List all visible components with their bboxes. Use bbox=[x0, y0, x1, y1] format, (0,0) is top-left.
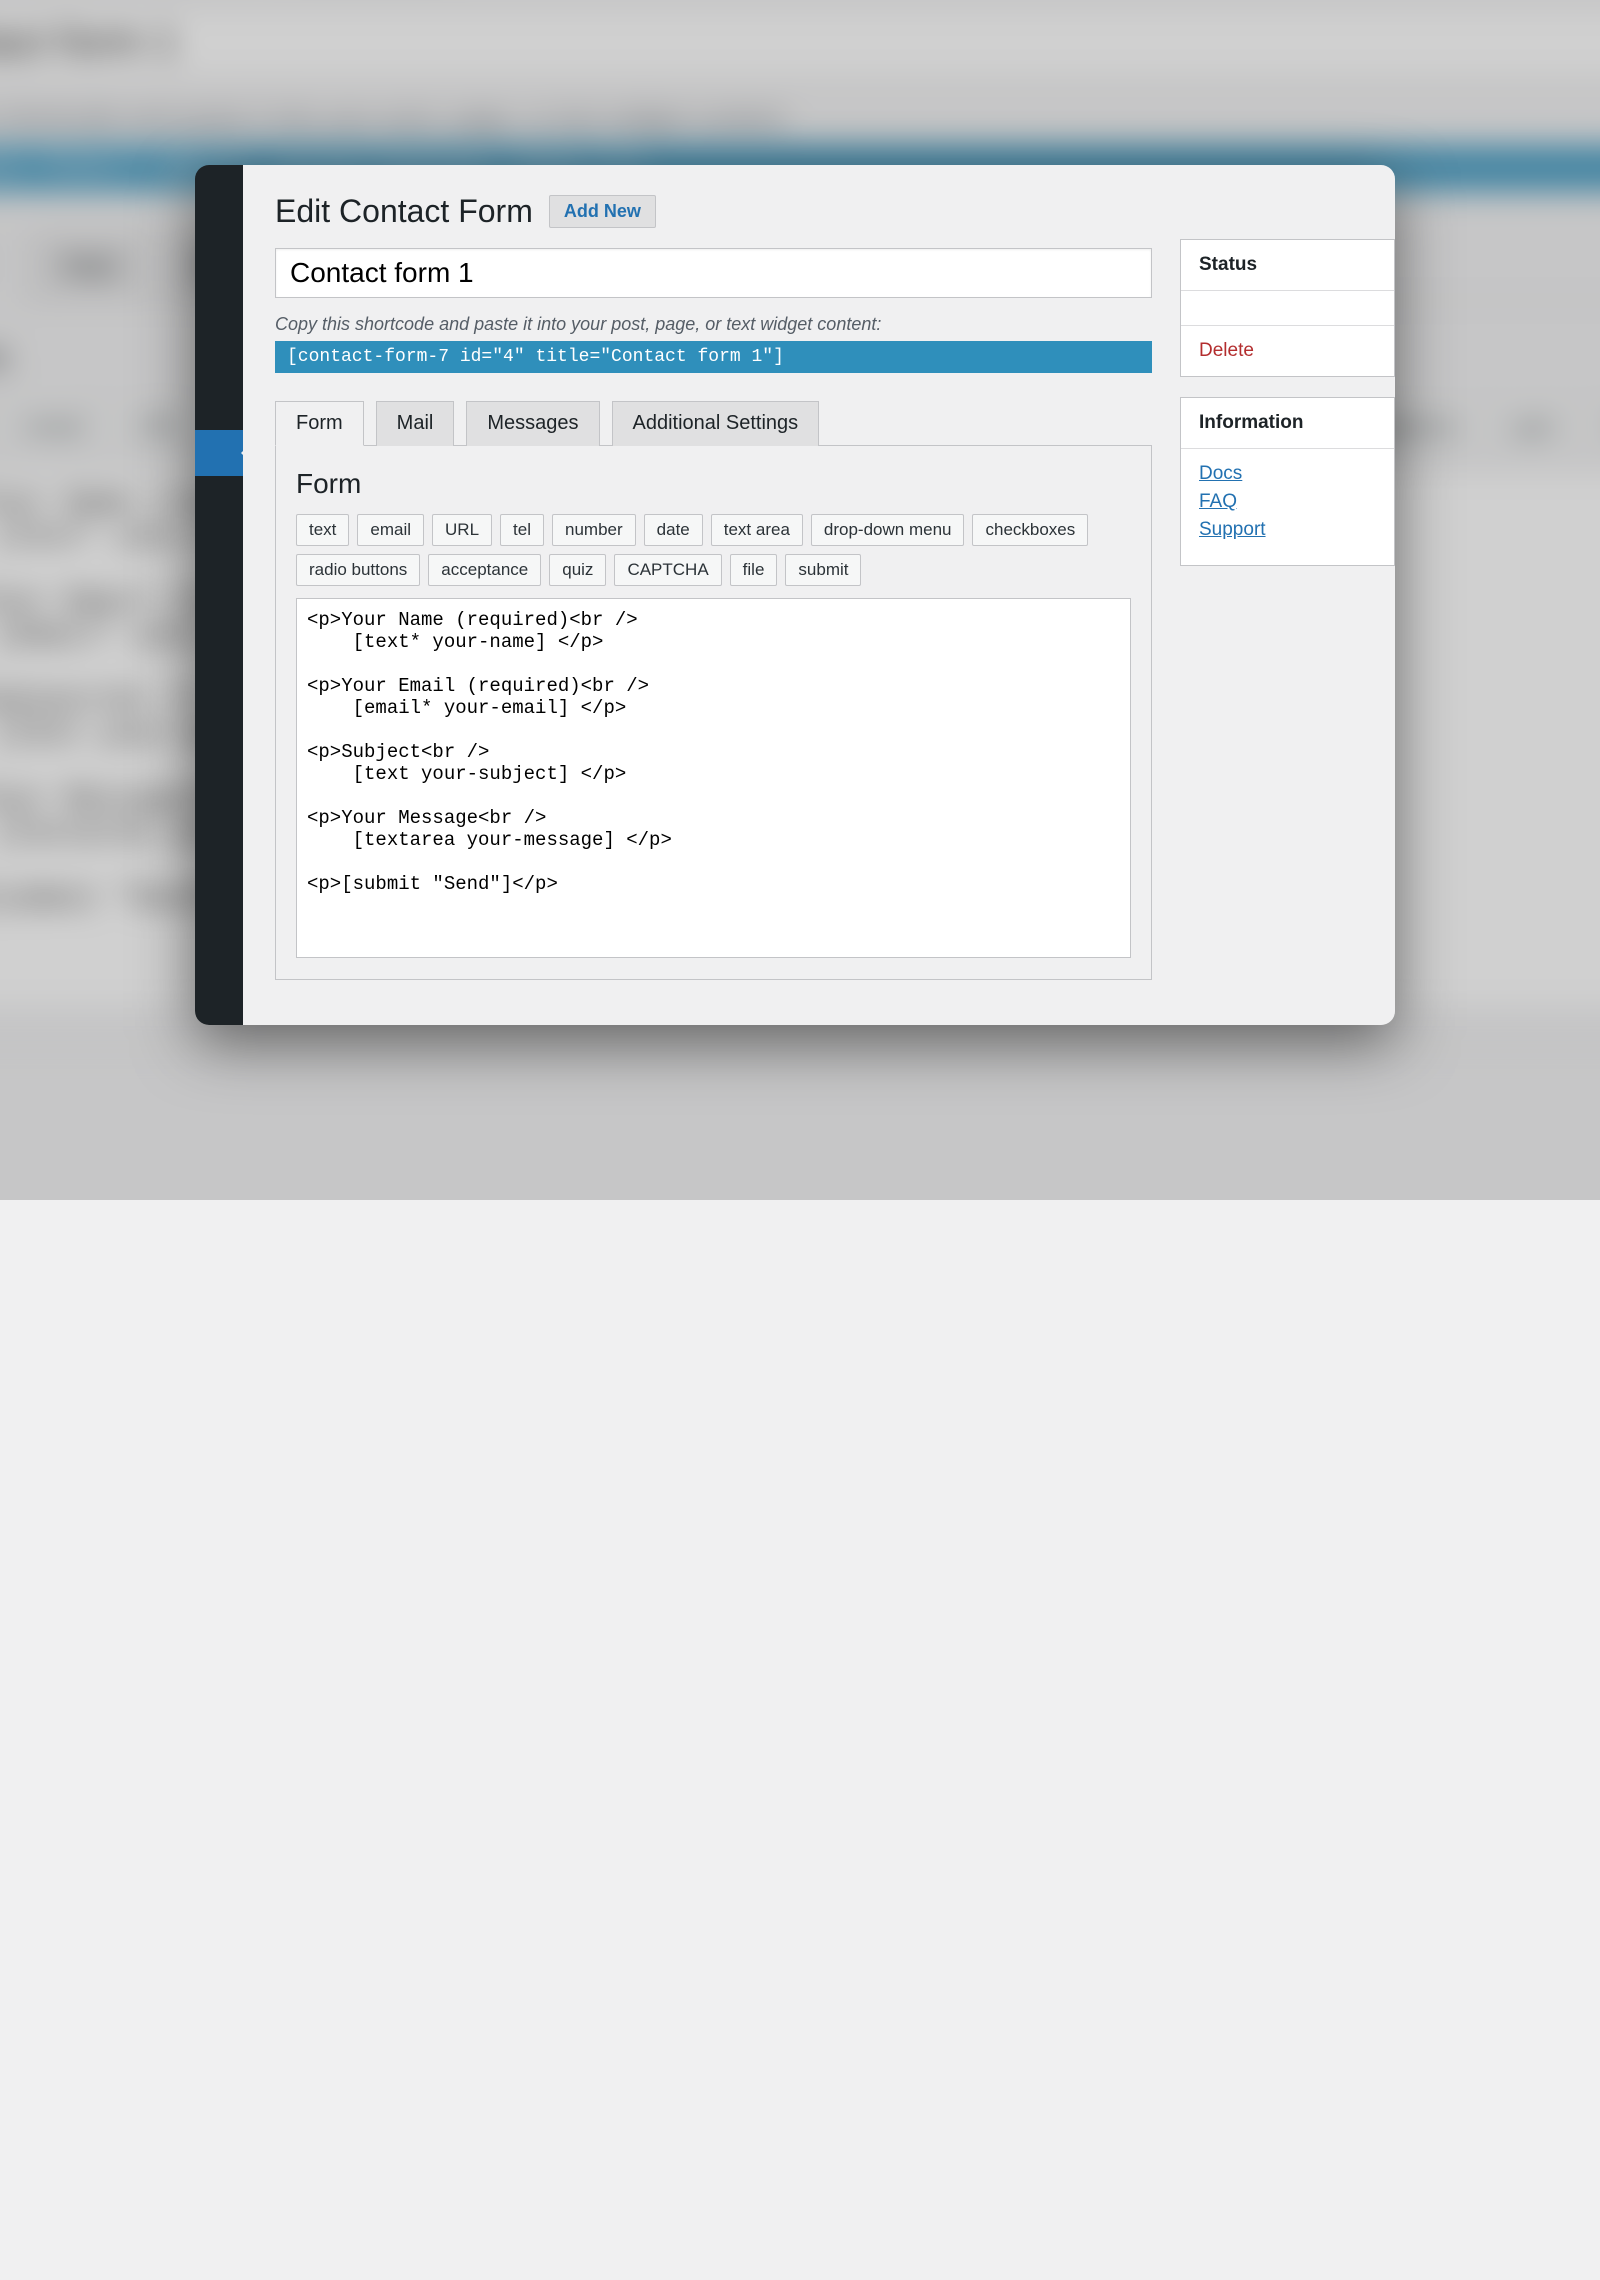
delete-link[interactable]: Delete bbox=[1181, 325, 1394, 376]
tab-form[interactable]: Form bbox=[275, 401, 364, 446]
tab-mail[interactable]: Mail bbox=[376, 401, 455, 446]
tag-button-quiz[interactable]: quiz bbox=[1492, 404, 1578, 452]
tag-button-radio-buttons[interactable]: radio buttons bbox=[296, 554, 420, 586]
tag-button-CAPTCHA[interactable]: CAPTCHA bbox=[1590, 404, 1600, 452]
page-title-text: Edit Contact Form bbox=[275, 193, 533, 230]
tab-messages[interactable]: Messages bbox=[466, 401, 599, 446]
status-body bbox=[1181, 291, 1394, 325]
information-heading: Information bbox=[1181, 398, 1394, 449]
tag-button-date[interactable]: date bbox=[644, 514, 703, 546]
tag-button-tel[interactable]: tel bbox=[500, 514, 544, 546]
tag-button-submit[interactable]: submit bbox=[785, 554, 861, 586]
tag-button-file[interactable]: file bbox=[730, 554, 778, 586]
docs-link[interactable]: Docs bbox=[1199, 463, 1376, 485]
wp-admin-sidebar-sliver bbox=[195, 165, 243, 1025]
add-new-button[interactable]: Add New bbox=[549, 195, 656, 228]
form-title-input[interactable] bbox=[275, 248, 1152, 298]
tag-button-email[interactable]: email bbox=[357, 514, 424, 546]
tag-generator-buttons: textemailURLtelnumberdatetext areadrop-d… bbox=[296, 514, 1131, 586]
form-template-textarea[interactable] bbox=[296, 598, 1131, 958]
tag-button-checkboxes[interactable]: checkboxes bbox=[972, 514, 1088, 546]
faq-link[interactable]: FAQ bbox=[1199, 491, 1376, 513]
panel-heading: Form bbox=[296, 468, 1131, 500]
status-box: Status Delete bbox=[1180, 239, 1395, 377]
support-link[interactable]: Support bbox=[1199, 519, 1376, 541]
tag-button-acceptance[interactable]: acceptance bbox=[428, 554, 541, 586]
tag-button-email[interactable]: email bbox=[4, 404, 104, 452]
page-title: Edit Contact Form Add New bbox=[275, 193, 1152, 230]
tag-button-CAPTCHA[interactable]: CAPTCHA bbox=[614, 554, 721, 586]
tabs: Form Mail Messages Additional Settings bbox=[275, 401, 1152, 445]
information-links: Docs FAQ Support bbox=[1181, 449, 1394, 565]
tag-button-text-area[interactable]: text area bbox=[711, 514, 803, 546]
tag-button-quiz[interactable]: quiz bbox=[549, 554, 606, 586]
tab-additional-settings[interactable]: Additional Settings bbox=[612, 401, 820, 446]
sidebar-active-indicator bbox=[195, 430, 243, 476]
tab-panel-form: Form textemailURLtelnumberdatetext aread… bbox=[275, 445, 1152, 980]
tag-button-drop-down-menu[interactable]: drop-down menu bbox=[811, 514, 965, 546]
tag-button-number[interactable]: number bbox=[552, 514, 636, 546]
status-heading: Status bbox=[1181, 240, 1394, 291]
tag-button-URL[interactable]: URL bbox=[116, 404, 206, 452]
shortcode-hint: Copy this shortcode and paste it into yo… bbox=[275, 314, 1152, 335]
tag-button-URL[interactable]: URL bbox=[432, 514, 492, 546]
shortcode-field[interactable] bbox=[275, 341, 1152, 373]
information-box: Information Docs FAQ Support bbox=[1180, 397, 1395, 566]
tag-button-text[interactable]: text bbox=[296, 514, 349, 546]
edit-contact-form-modal: Edit Contact Form Add New Copy this shor… bbox=[195, 165, 1395, 1025]
